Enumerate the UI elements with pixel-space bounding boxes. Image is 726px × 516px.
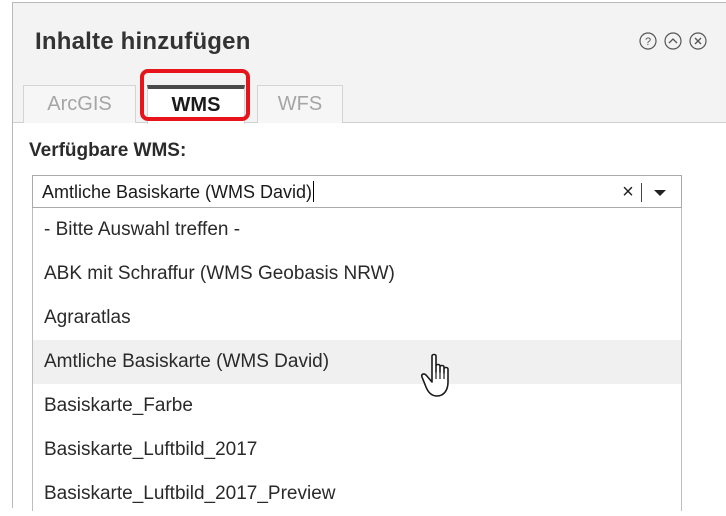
list-item[interactable]: Basiskarte_Luftbild_2017 [33, 428, 681, 472]
combobox-separator [641, 183, 642, 202]
add-content-panel: Inhalte hinzufügen ? ArcGIS WMS WFS Verf… [12, 2, 726, 511]
tab-wms[interactable]: WMS [147, 85, 245, 124]
list-item[interactable]: ABK mit Schraffur (WMS Geobasis NRW) [33, 252, 681, 296]
title-bar: Inhalte hinzufügen ? [13, 3, 726, 80]
help-icon[interactable]: ? [639, 32, 657, 50]
close-icon[interactable] [689, 32, 707, 50]
available-wms-label: Verfügbare WMS: [29, 140, 187, 161]
panel-title: Inhalte hinzufügen [35, 28, 251, 55]
text-caret [313, 181, 315, 202]
chevron-down-icon[interactable] [645, 180, 675, 204]
wms-combobox[interactable]: Amtliche Basiskarte (WMS David) × [32, 175, 682, 208]
tab-wfs[interactable]: WFS [257, 85, 343, 123]
list-item[interactable]: Basiskarte_Luftbild_2017_Preview [33, 472, 681, 516]
tab-strip: ArcGIS WMS WFS [13, 79, 726, 124]
list-item[interactable]: - Bitte Auswahl treffen - [33, 208, 681, 252]
svg-text:?: ? [645, 36, 651, 48]
collapse-icon[interactable] [664, 32, 682, 50]
tab-arcgis[interactable]: ArcGIS [23, 85, 136, 123]
wms-dropdown-list: - Bitte Auswahl treffen - ABK mit Schraf… [32, 208, 682, 511]
list-item[interactable]: Agraratlas [33, 296, 681, 340]
combobox-input[interactable]: Amtliche Basiskarte (WMS David) [42, 181, 315, 203]
list-item[interactable]: Basiskarte_Farbe [33, 384, 681, 428]
clear-icon[interactable]: × [617, 180, 639, 204]
list-item-hovered[interactable]: Amtliche Basiskarte (WMS David) [33, 340, 681, 384]
combobox-value: Amtliche Basiskarte (WMS David) [42, 182, 313, 202]
